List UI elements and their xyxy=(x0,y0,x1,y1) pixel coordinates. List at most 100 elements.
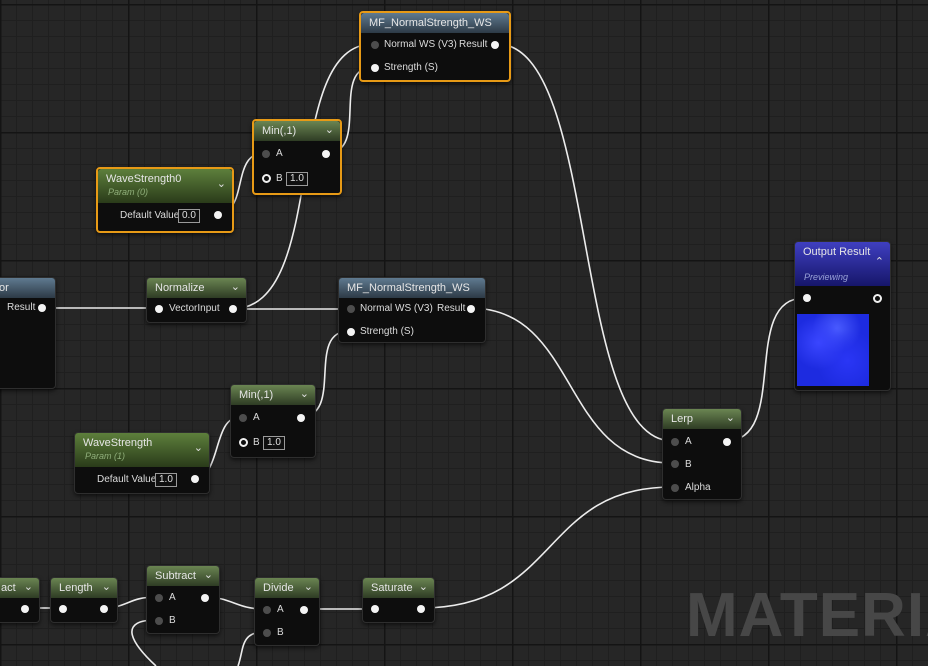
input-pin-b[interactable] xyxy=(239,438,248,447)
chevron-down-icon[interactable]: ⌄ xyxy=(194,441,203,454)
input-pin[interactable] xyxy=(371,605,379,613)
node-wavestrength[interactable]: WaveStrength Param (1) ⌄ Default Value 1… xyxy=(74,432,210,494)
pin-label: Result xyxy=(437,303,466,314)
pin-label: Strength (S) xyxy=(384,62,438,73)
node-title: act xyxy=(1,582,16,594)
chevron-down-icon[interactable]: ⌄ xyxy=(102,580,111,593)
pin-label: A xyxy=(169,592,176,603)
node-title: WaveStrength xyxy=(83,437,153,449)
chevron-down-icon[interactable]: ⌄ xyxy=(304,580,313,593)
output-pin[interactable] xyxy=(100,605,108,613)
node-title: Lerp xyxy=(671,413,694,425)
input-pin-b[interactable] xyxy=(262,174,271,183)
node-subtitle: Param (0) xyxy=(108,187,149,197)
input-pin-b[interactable] xyxy=(155,617,163,625)
input-pin-a[interactable] xyxy=(262,150,270,158)
output-pin-result[interactable] xyxy=(38,304,46,312)
input-pin-a[interactable] xyxy=(671,438,679,446)
output-pin-result[interactable] xyxy=(467,305,475,313)
output-pin[interactable] xyxy=(322,150,330,158)
node-divide[interactable]: Divide ⌄ A B xyxy=(254,577,320,646)
node-partial-left[interactable]: or Result xyxy=(0,277,56,389)
input-pin-b[interactable] xyxy=(671,460,679,468)
pin-label: B xyxy=(277,627,284,638)
chevron-down-icon[interactable]: ⌄ xyxy=(300,387,309,400)
chevron-down-icon[interactable]: ⌄ xyxy=(217,177,226,190)
b-value-field[interactable]: 1.0 xyxy=(286,172,308,186)
chevron-down-icon[interactable]: ⌄ xyxy=(726,411,735,424)
pin-label: Normal WS (V3) xyxy=(384,39,457,50)
default-value-field[interactable]: 1.0 xyxy=(155,473,177,487)
b-value-field[interactable]: 1.0 xyxy=(263,436,285,450)
pin-label: A xyxy=(277,604,284,615)
output-pin[interactable] xyxy=(873,294,882,303)
chevron-down-icon[interactable]: ⌄ xyxy=(325,123,334,136)
chevron-down-icon[interactable]: ⌄ xyxy=(24,580,33,593)
node-title: Min(,1) xyxy=(239,389,274,401)
node-subtract[interactable]: Subtract ⌄ A B xyxy=(146,565,220,634)
node-normalize[interactable]: Normalize ⌄ VectorInput xyxy=(146,277,247,323)
output-pin[interactable] xyxy=(229,305,237,313)
node-title: Length xyxy=(59,582,93,594)
node-mf-normalstrength-top[interactable]: MF_NormalStrength_WS Normal WS (V3) Resu… xyxy=(359,11,511,82)
node-min-mid[interactable]: Min(,1) ⌄ A B 1.0 xyxy=(230,384,316,458)
node-subtitle: Param (1) xyxy=(85,451,126,461)
node-saturate[interactable]: Saturate ⌄ xyxy=(362,577,435,623)
node-title: Normalize xyxy=(155,282,205,294)
input-pin-strength[interactable] xyxy=(371,64,379,72)
node-partial-bottom-left[interactable]: act ⌄ xyxy=(0,577,40,623)
node-wavestrength0[interactable]: WaveStrength0 Param (0) ⌄ Default Value … xyxy=(96,167,234,233)
chevron-down-icon[interactable]: ⌄ xyxy=(204,568,213,581)
input-pin-a[interactable] xyxy=(263,606,271,614)
chevron-down-icon[interactable]: ⌄ xyxy=(231,280,240,293)
output-pin[interactable] xyxy=(214,211,222,219)
node-title: WaveStrength0 xyxy=(106,173,182,185)
pin-label: A xyxy=(253,412,260,423)
input-pin-a[interactable] xyxy=(155,594,163,602)
output-pin[interactable] xyxy=(297,414,305,422)
output-pin[interactable] xyxy=(300,606,308,614)
wire-saturate-lerp-alpha xyxy=(420,486,673,609)
input-pin[interactable] xyxy=(59,605,67,613)
output-pin[interactable] xyxy=(201,594,209,602)
output-pin[interactable] xyxy=(417,605,425,613)
wire-mftop-lerp-a xyxy=(496,43,673,442)
node-title: or xyxy=(0,282,9,294)
node-subtitle: Previewing xyxy=(804,272,849,282)
graph-canvas[interactable]: MF_NormalStrength_WS Normal WS (V3) Resu… xyxy=(0,0,928,666)
pin-label: B xyxy=(276,173,283,184)
node-title: MF_NormalStrength_WS xyxy=(369,17,492,29)
input-pin-normal[interactable] xyxy=(371,41,379,49)
input-pin-strength[interactable] xyxy=(347,328,355,336)
chevron-up-icon[interactable]: ⌃ xyxy=(875,255,884,268)
chevron-down-icon[interactable]: ⌄ xyxy=(419,580,428,593)
node-output-result[interactable]: Output Result Previewing ⌃ xyxy=(794,241,891,391)
input-pin-alpha[interactable] xyxy=(671,484,679,492)
material-preview-image xyxy=(797,314,869,386)
node-mf-normalstrength-mid[interactable]: MF_NormalStrength_WS Normal WS (V3) Resu… xyxy=(338,277,486,343)
default-value-field[interactable]: 0.0 xyxy=(178,209,200,223)
node-title: Output Result xyxy=(803,246,871,258)
pin-label: Alpha xyxy=(685,482,711,493)
input-pin-normal[interactable] xyxy=(347,305,355,313)
input-pin-b[interactable] xyxy=(263,629,271,637)
material-watermark: MATERIAL xyxy=(686,581,928,650)
pin-label: B xyxy=(169,615,176,626)
node-min-top[interactable]: Min(,1) ⌄ A B 1.0 xyxy=(252,119,342,195)
input-pin-a[interactable] xyxy=(239,414,247,422)
node-title: Subtract xyxy=(155,570,196,582)
output-pin[interactable] xyxy=(723,438,731,446)
node-title: Saturate xyxy=(371,582,413,594)
node-lerp[interactable]: Lerp ⌄ A B Alpha xyxy=(662,408,742,500)
input-pin-vector[interactable] xyxy=(155,305,163,313)
input-pin[interactable] xyxy=(803,294,811,302)
pin-label: Result xyxy=(459,39,488,50)
output-pin[interactable] xyxy=(21,605,29,613)
field-label: Default Value xyxy=(97,474,157,485)
pin-label: A xyxy=(276,148,283,159)
output-pin[interactable] xyxy=(191,475,199,483)
node-title: MF_NormalStrength_WS xyxy=(347,282,470,294)
pin-label: Normal WS (V3) xyxy=(360,303,433,314)
node-length[interactable]: Length ⌄ xyxy=(50,577,118,623)
output-pin-result[interactable] xyxy=(491,41,499,49)
